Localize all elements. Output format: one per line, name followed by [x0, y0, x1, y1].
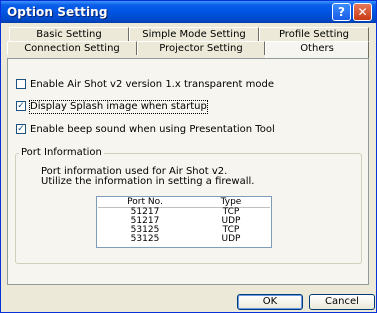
tab-profile-setting[interactable]: Profile Setting: [259, 27, 369, 41]
tab-label: Basic Setting: [36, 29, 102, 40]
port-info-line2: Utilize the information in setting a fir…: [41, 176, 255, 187]
port-number-cell: 53125: [130, 234, 160, 244]
window-title: Option Setting: [7, 5, 108, 19]
tab-label: Others: [300, 43, 334, 54]
transparent-mode-label: Enable Air Shot v2 version 1.x transpare…: [30, 79, 274, 90]
tab-others[interactable]: Others: [265, 41, 369, 59]
ok-button[interactable]: OK: [237, 294, 303, 310]
help-button[interactable]: ?: [332, 3, 351, 21]
port-information-title: Port Information: [19, 147, 104, 158]
port-table: Port No. Type 51217 TCP 51217 UDP 53125 …: [96, 196, 272, 248]
display-splash-label: Display Splash image when startup: [29, 100, 208, 114]
tab-projector-setting[interactable]: Projector Setting: [137, 41, 265, 55]
tab-label: Projector Setting: [159, 43, 243, 54]
tab-basic-setting[interactable]: Basic Setting: [9, 27, 129, 41]
beep-sound-checkbox[interactable]: ✓: [16, 124, 26, 134]
close-icon: ✕: [357, 5, 368, 19]
transparent-mode-checkbox[interactable]: [16, 79, 26, 89]
tab-connection-setting[interactable]: Connection Setting: [7, 41, 137, 55]
port-no-header: Port No.: [127, 197, 163, 207]
tab-label: Simple Mode Setting: [142, 29, 246, 40]
display-splash-checkbox[interactable]: ✓: [16, 101, 26, 111]
tab-label: Profile Setting: [278, 29, 350, 40]
type-header: Type: [220, 197, 242, 207]
tab-simple-mode-setting[interactable]: Simple Mode Setting: [129, 27, 259, 41]
port-type-cell: UDP: [221, 234, 241, 244]
beep-sound-label: Enable beep sound when using Presentatio…: [30, 124, 275, 135]
close-button[interactable]: ✕: [353, 3, 372, 21]
title-bar[interactable]: Option Setting ? ✕: [1, 1, 376, 23]
cancel-button[interactable]: Cancel: [309, 294, 375, 310]
option-setting-dialog: Option Setting ? ✕ Basic Setting Simple …: [0, 0, 377, 313]
tab-label: Connection Setting: [24, 43, 120, 54]
help-icon: ?: [338, 5, 345, 19]
